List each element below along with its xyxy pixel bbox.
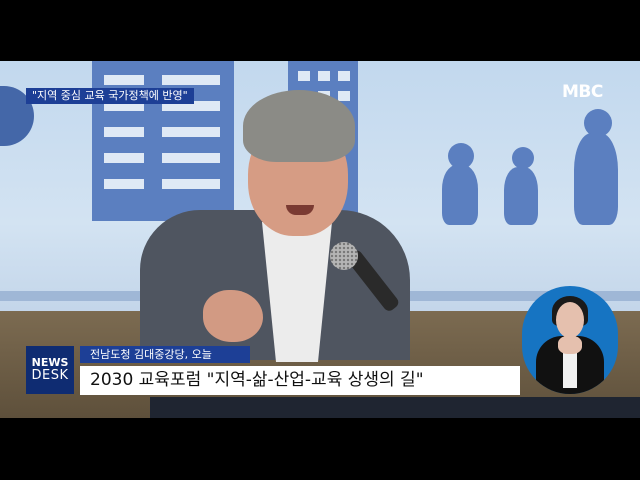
- program-logo-line2: DESK: [31, 368, 69, 383]
- headline-caption: 2030 교육포럼 "지역-삶-산업-교육 상생의 길": [80, 366, 520, 395]
- speaker-hand: [203, 290, 263, 342]
- background-building-graphic: [92, 61, 234, 221]
- lectern-edge: [150, 397, 640, 418]
- program-logo-box: NEWS DESK: [26, 346, 74, 394]
- microphone-icon: [330, 242, 358, 270]
- background-child-figure-2: [512, 147, 534, 169]
- speaker-hair: [243, 90, 355, 162]
- broadcaster-logo: MBC: [562, 82, 603, 102]
- topic-tag: "지역 중심 교육 국가정책에 반영": [26, 88, 194, 104]
- location-caption: 전남도청 김대중강당, 오늘: [80, 346, 250, 363]
- sign-language-interpreter: [522, 286, 618, 394]
